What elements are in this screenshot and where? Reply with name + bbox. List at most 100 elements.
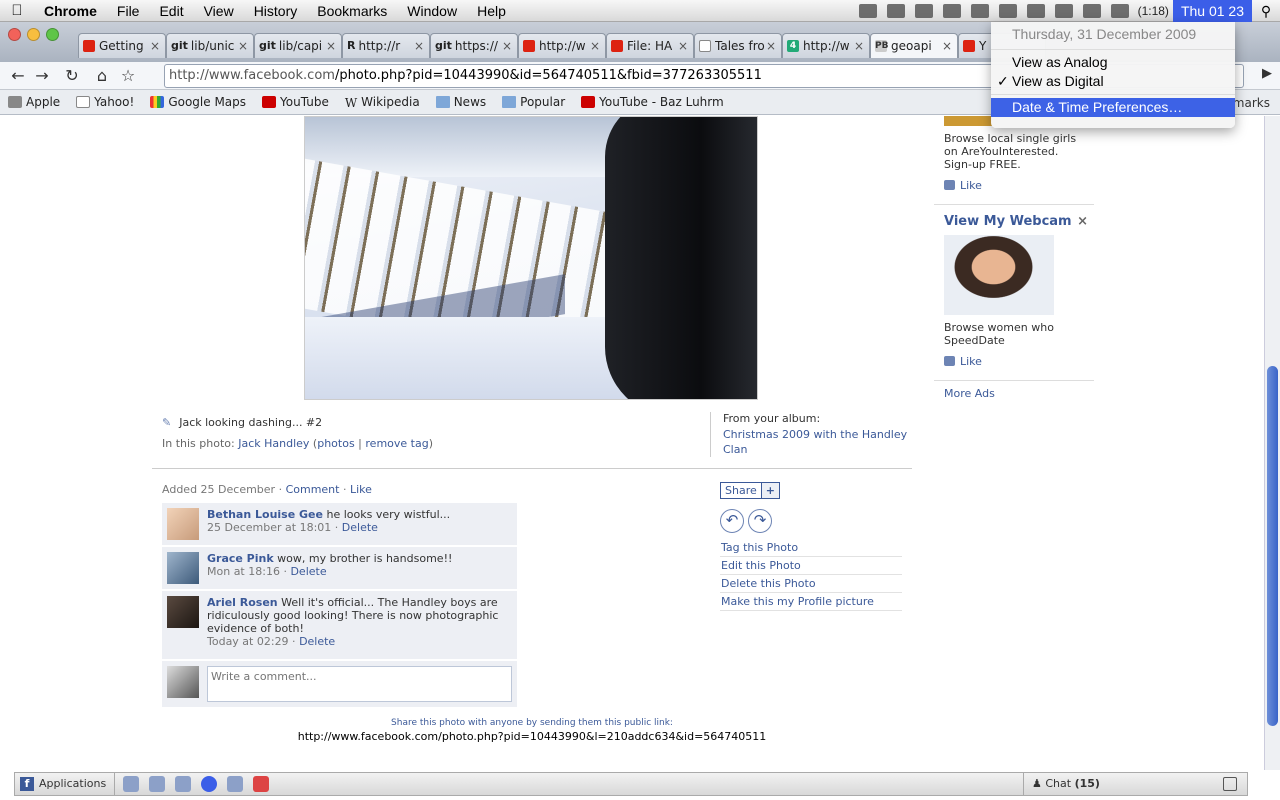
close-tab-icon[interactable]: × xyxy=(413,39,425,53)
close-tab-icon[interactable]: × xyxy=(237,39,249,53)
gifts-icon[interactable] xyxy=(253,776,270,792)
bookmark-star-icon[interactable]: ☆ xyxy=(116,65,140,87)
close-tab-icon[interactable]: × xyxy=(765,39,777,53)
more-ads-link[interactable]: More Ads xyxy=(944,387,1084,400)
ad-image[interactable] xyxy=(944,235,1054,315)
ad-title[interactable]: View My Webcam × xyxy=(944,214,1088,229)
ad-image-top[interactable] xyxy=(944,116,992,126)
browser-tab[interactable]: http://w × xyxy=(518,33,606,58)
rotate-right-icon[interactable]: ↷ xyxy=(748,509,772,533)
minimize-window-icon[interactable] xyxy=(27,28,40,41)
rotate-left-icon[interactable]: ↶ xyxy=(720,509,744,533)
browser-tab[interactable]: Getting × xyxy=(78,33,166,58)
commenter-name[interactable]: Bethan Louise Gee xyxy=(207,508,323,521)
ad-like-button[interactable]: Like xyxy=(944,179,1084,192)
ad-like-button[interactable]: Like xyxy=(944,355,1084,368)
delete-photo-link[interactable]: Delete this Photo xyxy=(720,575,902,593)
browser-tab[interactable]: Rhttp://r × xyxy=(342,33,430,58)
wifi-icon[interactable] xyxy=(1082,4,1101,18)
menu-chrome[interactable]: Chrome xyxy=(34,0,107,22)
close-tab-icon[interactable]: × xyxy=(941,39,953,53)
close-tab-icon[interactable]: × xyxy=(325,39,337,53)
photos-link[interactable]: photos xyxy=(317,437,354,450)
bookmark-item[interactable]: News xyxy=(435,95,486,109)
apple-menu-icon[interactable]:  xyxy=(0,2,34,19)
bookmark-item[interactable]: Apple xyxy=(8,95,60,109)
commenter-name[interactable]: Ariel Rosen xyxy=(207,596,278,609)
volume-icon[interactable] xyxy=(1026,4,1045,18)
bookmark-item[interactable]: YouTube xyxy=(262,95,329,109)
avatar[interactable] xyxy=(167,596,199,628)
battery-icon[interactable] xyxy=(1110,4,1129,18)
popout-icon[interactable] xyxy=(1223,777,1237,791)
close-tab-icon[interactable]: × xyxy=(501,39,513,53)
ad-text[interactable]: Browse local single girls on AreYouInter… xyxy=(944,132,1084,171)
chat-button[interactable]: ♟ Chat (15) xyxy=(1023,773,1207,795)
browser-tab[interactable]: git lib/capi × xyxy=(254,33,342,58)
page-menu-icon[interactable]: ▶ xyxy=(1262,66,1272,81)
browser-tab[interactable]: git lib/unic × xyxy=(166,33,254,58)
pencil-icon[interactable]: ✎ xyxy=(162,416,171,429)
comment-link[interactable]: Comment xyxy=(286,483,340,496)
close-tab-icon[interactable]: × xyxy=(853,39,865,53)
close-tab-icon[interactable]: × xyxy=(149,39,161,53)
remove-tag-link[interactable]: remove tag xyxy=(365,437,428,450)
avatar[interactable] xyxy=(167,508,199,540)
public-link-url[interactable]: http://www.facebook.com/photo.php?pid=10… xyxy=(152,730,912,743)
menu-help[interactable]: Help xyxy=(467,0,516,22)
bookmark-item[interactable]: Yahoo! xyxy=(76,95,134,109)
main-photo[interactable] xyxy=(304,116,758,400)
menu-bookmarks[interactable]: Bookmarks xyxy=(307,0,397,22)
applications-button[interactable]: f Applications xyxy=(15,772,116,796)
sync-icon[interactable] xyxy=(942,4,961,18)
bluetooth-icon[interactable] xyxy=(1054,4,1073,18)
menu-clock[interactable]: Thu 01 23 xyxy=(1172,0,1252,22)
reload-icon[interactable]: ↻ xyxy=(60,65,84,87)
forward-icon[interactable]: → xyxy=(30,65,54,87)
vertical-scrollbar[interactable] xyxy=(1264,116,1280,770)
bookmark-item[interactable]: YouTube - Baz Luhrm xyxy=(581,95,724,109)
tagged-person-link[interactable]: Jack Handley xyxy=(238,437,309,450)
menu-view[interactable]: View xyxy=(194,0,244,22)
zoom-window-icon[interactable] xyxy=(46,28,59,41)
album-link[interactable]: Christmas 2009 with the Handley Clan xyxy=(723,427,910,457)
time-machine-icon[interactable] xyxy=(998,4,1017,18)
ad-text[interactable]: Browse women who SpeedDate xyxy=(944,321,1084,347)
browser-tab[interactable]: File: HA × xyxy=(606,33,694,58)
edit-photo-link[interactable]: Edit this Photo xyxy=(720,557,902,575)
dropbox-icon[interactable] xyxy=(858,4,877,18)
date-time-preferences-item[interactable]: Date & Time Preferences… xyxy=(991,98,1235,117)
menu-window[interactable]: Window xyxy=(397,0,467,22)
close-icon[interactable]: × xyxy=(1077,214,1088,229)
share-button[interactable]: Share + xyxy=(720,482,780,499)
delete-comment-link[interactable]: Delete xyxy=(290,565,326,578)
avatar[interactable] xyxy=(167,552,199,584)
back-icon[interactable]: ← xyxy=(6,65,30,87)
view-as-analog-item[interactable]: View as Analog xyxy=(991,53,1235,72)
menu-edit[interactable]: Edit xyxy=(149,0,193,22)
browser-tab[interactable]: Tales fro × xyxy=(694,33,782,58)
close-tab-icon[interactable]: × xyxy=(677,39,689,53)
close-tab-icon[interactable]: × xyxy=(589,39,601,53)
menu-file[interactable]: File xyxy=(107,0,150,22)
browser-tab[interactable]: 4 http://w × xyxy=(782,33,870,58)
make-profile-picture-link[interactable]: Make this my Profile picture xyxy=(720,593,902,611)
like-link[interactable]: Like xyxy=(350,483,372,496)
bookmark-item[interactable]: Google Maps xyxy=(150,95,246,109)
close-window-icon[interactable] xyxy=(8,28,21,41)
menu-history[interactable]: History xyxy=(244,0,308,22)
scrollbar-thumb[interactable] xyxy=(1267,366,1278,726)
bookmark-item[interactable]: W Wikipedia xyxy=(345,95,420,110)
battery-monitor-icon[interactable] xyxy=(970,4,989,18)
games-icon[interactable] xyxy=(227,776,244,792)
notes-icon[interactable] xyxy=(886,4,905,18)
commenter-name[interactable]: Grace Pink xyxy=(207,552,274,565)
links-icon[interactable] xyxy=(175,776,192,792)
browser-tab[interactable]: git https://× xyxy=(430,33,518,58)
gift-icon[interactable] xyxy=(914,4,933,18)
tag-photo-link[interactable]: Tag this Photo xyxy=(720,539,902,557)
home-icon[interactable]: ⌂ xyxy=(90,65,114,87)
spotlight-icon[interactable]: ⚲ xyxy=(1252,3,1280,20)
notes-app-icon[interactable] xyxy=(201,776,218,792)
browser-tab[interactable]: PB geoapi × xyxy=(870,33,958,58)
